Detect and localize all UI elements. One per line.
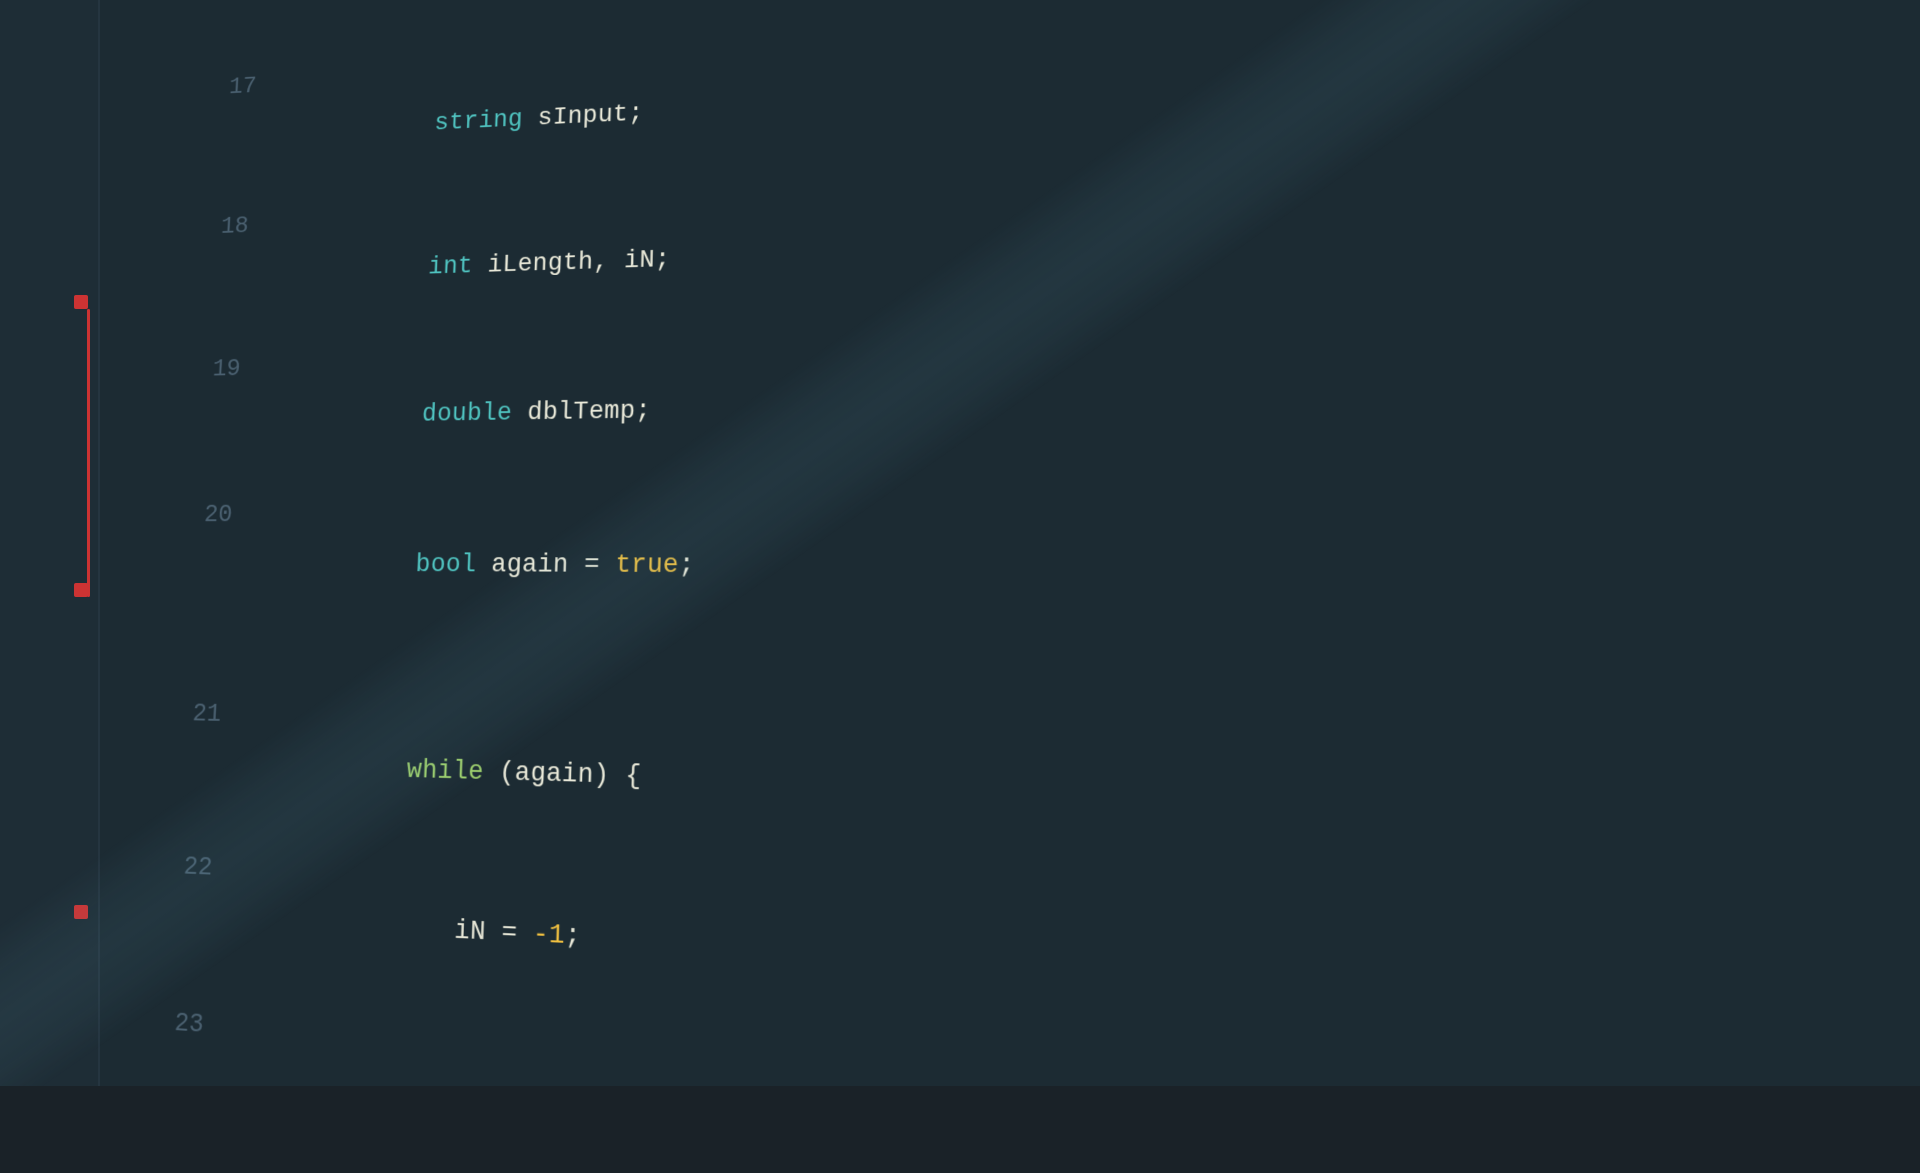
code-content: 17 string sInput; 18 int iLength, iN; 19… <box>150 0 1920 1173</box>
token-ident: (again) { <box>483 758 642 793</box>
line-number-19: 19 <box>198 345 259 394</box>
token-while: while <box>406 756 484 788</box>
line-code-20: bool again = true; <box>242 480 1920 660</box>
bookmark-marker-35 <box>74 905 88 919</box>
token-ident: iLength, iN; <box>472 246 671 281</box>
line-code-24: getline(cin, sInput); <box>204 1161 1920 1173</box>
line-number-23: 23 <box>159 997 222 1053</box>
token-bool-type: bool <box>415 550 477 579</box>
code-editor: 17 string sInput; 18 int iLength, iN; 19… <box>0 0 1920 1086</box>
token-ident: iN = <box>454 916 534 951</box>
bookmark-marker-29 <box>74 583 88 597</box>
token-semi: ; <box>678 551 695 581</box>
line-number-17: 17 <box>214 63 273 112</box>
token-true: true <box>615 551 679 581</box>
token-type: int <box>428 252 474 281</box>
token-type: double <box>421 399 512 429</box>
token-ident: dblTemp; <box>512 397 652 428</box>
token-ident: sInput; <box>522 100 643 134</box>
scope-line <box>87 309 90 597</box>
line-number-24: 24 <box>150 1156 214 1173</box>
line-number-blank1 <box>183 639 242 640</box>
editor-gutter <box>0 0 100 1086</box>
token-semi: ; <box>657 1092 674 1125</box>
bookmark-marker-22 <box>74 295 88 309</box>
line-number-22: 22 <box>168 841 231 895</box>
token-ident: again = <box>476 551 616 581</box>
line-number-20: 20 <box>189 491 250 540</box>
code-line-20: 20 bool again = true; <box>175 480 1920 660</box>
token-semi: ; <box>564 921 581 953</box>
line-number-18: 18 <box>206 202 266 251</box>
token-ident: again = <box>447 1079 576 1119</box>
token-type: string <box>434 106 523 138</box>
token-false: false <box>575 1086 658 1123</box>
token-num: -1 <box>532 919 565 952</box>
code-line-24: 24 getline(cin, sInput); <box>150 1156 1920 1173</box>
line-number-21: 21 <box>177 689 239 741</box>
